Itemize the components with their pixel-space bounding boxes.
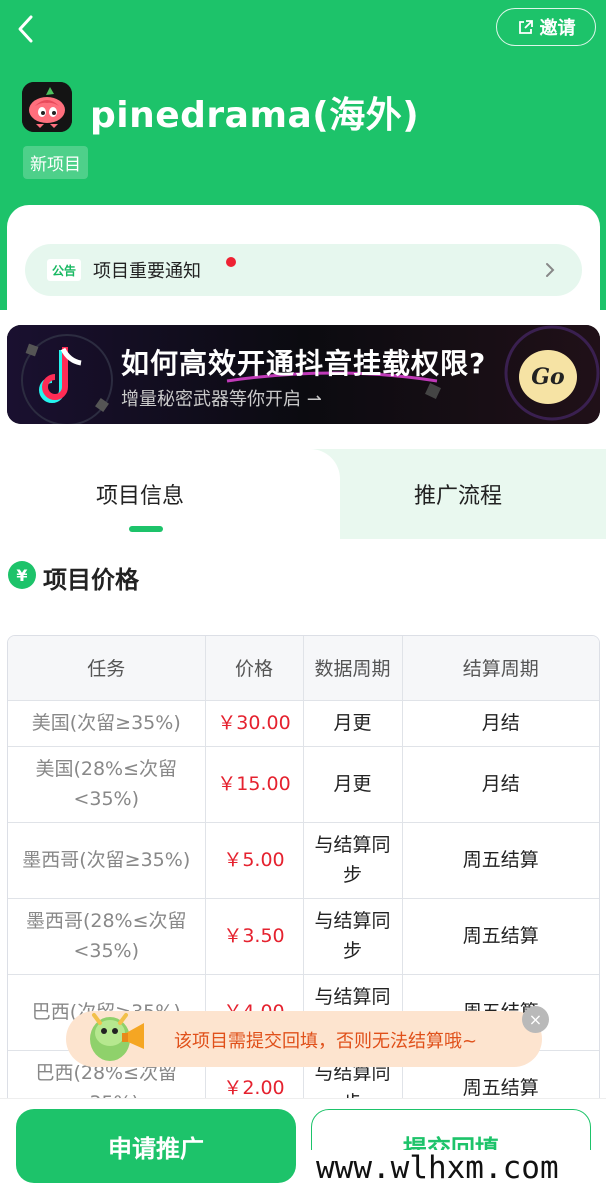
- notice-badge: 公告: [47, 259, 81, 281]
- tab-promotion-flow[interactable]: 推广流程: [414, 478, 502, 510]
- notice-card: 公告 项目重要通知: [7, 205, 600, 315]
- mascot-megaphone-icon: [90, 1013, 144, 1061]
- new-project-tag: 新项目: [23, 146, 88, 179]
- tab-active-indicator: [129, 526, 163, 532]
- task-cell: 美国(28%≤次留<35%): [8, 746, 206, 823]
- settle-cycle-cell: 月结: [402, 700, 599, 747]
- table-row: 墨西哥(28%≤次留<35%) ￥3.50 与结算同步 周五结算: [8, 898, 599, 975]
- price-cell: ￥5.00: [205, 822, 304, 899]
- apply-promotion-button[interactable]: 申请推广: [16, 1109, 296, 1183]
- yen-icon: ¥: [8, 561, 36, 589]
- invite-label: 邀请: [539, 18, 576, 39]
- tab-project-info-label[interactable]: 项目信息: [96, 478, 184, 510]
- toast-text: 该项目需提交回填，否则无法结算哦~: [174, 1031, 478, 1052]
- column-header-settle-cycle: 结算周期: [402, 636, 599, 701]
- backfill-toast[interactable]: 该项目需提交回填，否则无法结算哦~: [66, 1011, 542, 1067]
- back-button[interactable]: [12, 12, 42, 46]
- section-title: 项目价格: [43, 566, 139, 594]
- data-cycle-cell: 与结算同步: [303, 822, 403, 899]
- app-title: pinedrama(海外): [90, 95, 420, 136]
- task-cell: 墨西哥(次留≥35%): [8, 822, 206, 899]
- data-cycle-cell: 月更: [303, 746, 403, 823]
- settle-cycle-cell: 周五结算: [402, 898, 599, 975]
- table-header-row: 任务 价格 数据周期 结算周期: [8, 636, 599, 701]
- chevron-left-icon: [18, 15, 33, 43]
- column-header-data-cycle: 数据周期: [303, 636, 403, 701]
- table-row: 墨西哥(次留≥35%) ￥5.00 与结算同步 周五结算: [8, 822, 599, 899]
- external-link-icon: [518, 19, 533, 34]
- price-cell: ￥30.00: [205, 700, 304, 747]
- app-icon: [22, 82, 72, 132]
- price-cell: ￥15.00: [205, 746, 304, 823]
- settle-cycle-cell: 月结: [402, 746, 599, 823]
- column-header-price: 价格: [205, 636, 304, 701]
- task-cell: 美国(次留≥35%): [8, 700, 206, 747]
- data-cycle-cell: 月更: [303, 700, 403, 747]
- price-cell: ￥3.50: [205, 898, 304, 975]
- table-row: 美国(次留≥35%) ￥30.00 月更 月结: [8, 700, 599, 747]
- task-cell: 墨西哥(28%≤次留<35%): [8, 898, 206, 975]
- go-button[interactable]: Go: [519, 350, 577, 404]
- data-cycle-cell: 与结算同步: [303, 898, 403, 975]
- close-icon[interactable]: ×: [522, 1006, 549, 1033]
- table-row: 美国(28%≤次留<35%) ￥15.00 月更 月结: [8, 746, 599, 823]
- chevron-right-icon: [546, 263, 555, 277]
- unread-dot: [226, 257, 236, 267]
- column-header-task: 任务: [8, 636, 206, 701]
- promo-banner[interactable]: 如何高效开通抖音挂载权限? 增量秘密武器等你开启 ⇀ Go: [7, 325, 600, 424]
- banner-subtitle: 增量秘密武器等你开启 ⇀: [121, 389, 322, 410]
- notice-bar[interactable]: 公告 项目重要通知: [25, 244, 582, 296]
- site-watermark: www.wlhxm.com: [310, 1150, 606, 1191]
- invite-button[interactable]: 邀请: [496, 8, 596, 46]
- banner-title: 如何高效开通抖音挂载权限?: [121, 347, 487, 380]
- settle-cycle-cell: 周五结算: [402, 822, 599, 899]
- notice-text: 项目重要通知: [93, 261, 201, 282]
